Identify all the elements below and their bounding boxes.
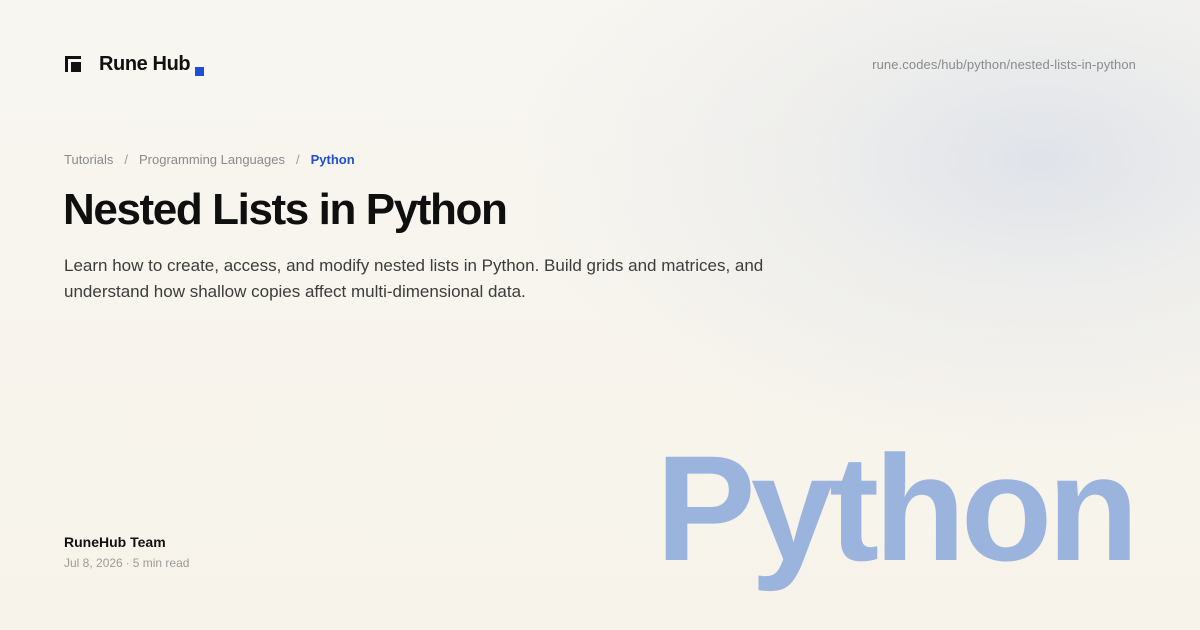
article-meta: Jul 8, 2026 · 5 min read — [64, 556, 189, 570]
rune-hub-logo-icon — [64, 53, 86, 75]
page-title: Nested Lists in Python — [63, 185, 508, 234]
breadcrumb-separator: / — [295, 151, 300, 167]
breadcrumb-separator: / — [124, 151, 128, 167]
page-description: Learn how to create, access, and modify … — [64, 256, 764, 301]
breadcrumb-item-tutorials[interactable]: Tutorials — [64, 152, 113, 167]
meta-separator: · — [125, 556, 130, 570]
publish-date: Jul 8, 2026 — [64, 556, 123, 570]
brand[interactable]: Rune Hub — [64, 48, 205, 80]
breadcrumb: Tutorials / Programming Languages / Pyth… — [64, 150, 355, 168]
breadcrumb-item-python[interactable]: Python — [311, 152, 355, 167]
header: Rune Hub rune.codes/hub/python/nested-li… — [64, 48, 1136, 80]
brand-name: Rune Hub — [99, 52, 191, 75]
topic-watermark: Python — [655, 424, 1139, 592]
page-url: rune.codes/hub/python/nested-lists-in-py… — [872, 56, 1136, 72]
read-time: 5 min read — [132, 556, 190, 570]
author-name: RuneHub Team — [64, 534, 166, 550]
breadcrumb-item-programming-languages[interactable]: Programming Languages — [139, 152, 285, 167]
brand-accent-square — [195, 66, 205, 76]
